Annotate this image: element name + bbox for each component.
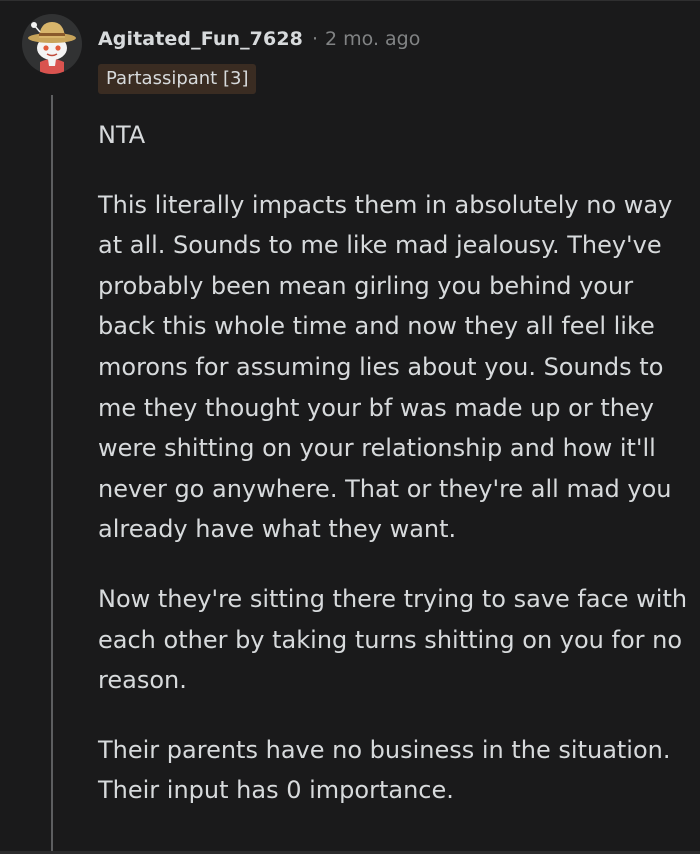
comment-meta: Agitated_Fun_7628 · 2 mo. ago — [98, 25, 420, 53]
author-username[interactable]: Agitated_Fun_7628 — [98, 28, 303, 50]
comment: Agitated_Fun_7628 · 2 mo. ago Partassipa… — [0, 0, 700, 854]
comment-timestamp[interactable]: 2 mo. ago — [325, 28, 420, 50]
comment-paragraph: Their parents have no business in the si… — [98, 735, 671, 805]
comment-paragraph: Now they're sitting there trying to save… — [98, 584, 688, 695]
user-flair: Partassipant [3] — [98, 64, 257, 94]
comment-paragraph: This literally impacts them in absolutel… — [98, 190, 673, 544]
thread-collapse-line[interactable] — [51, 95, 53, 854]
snoo-cowboy-hat-avatar-icon[interactable] — [22, 14, 82, 74]
meta-separator: · — [311, 28, 319, 50]
comment-body: NTA This literally impacts them in absol… — [98, 115, 688, 840]
comment-paragraph: NTA — [98, 121, 146, 149]
